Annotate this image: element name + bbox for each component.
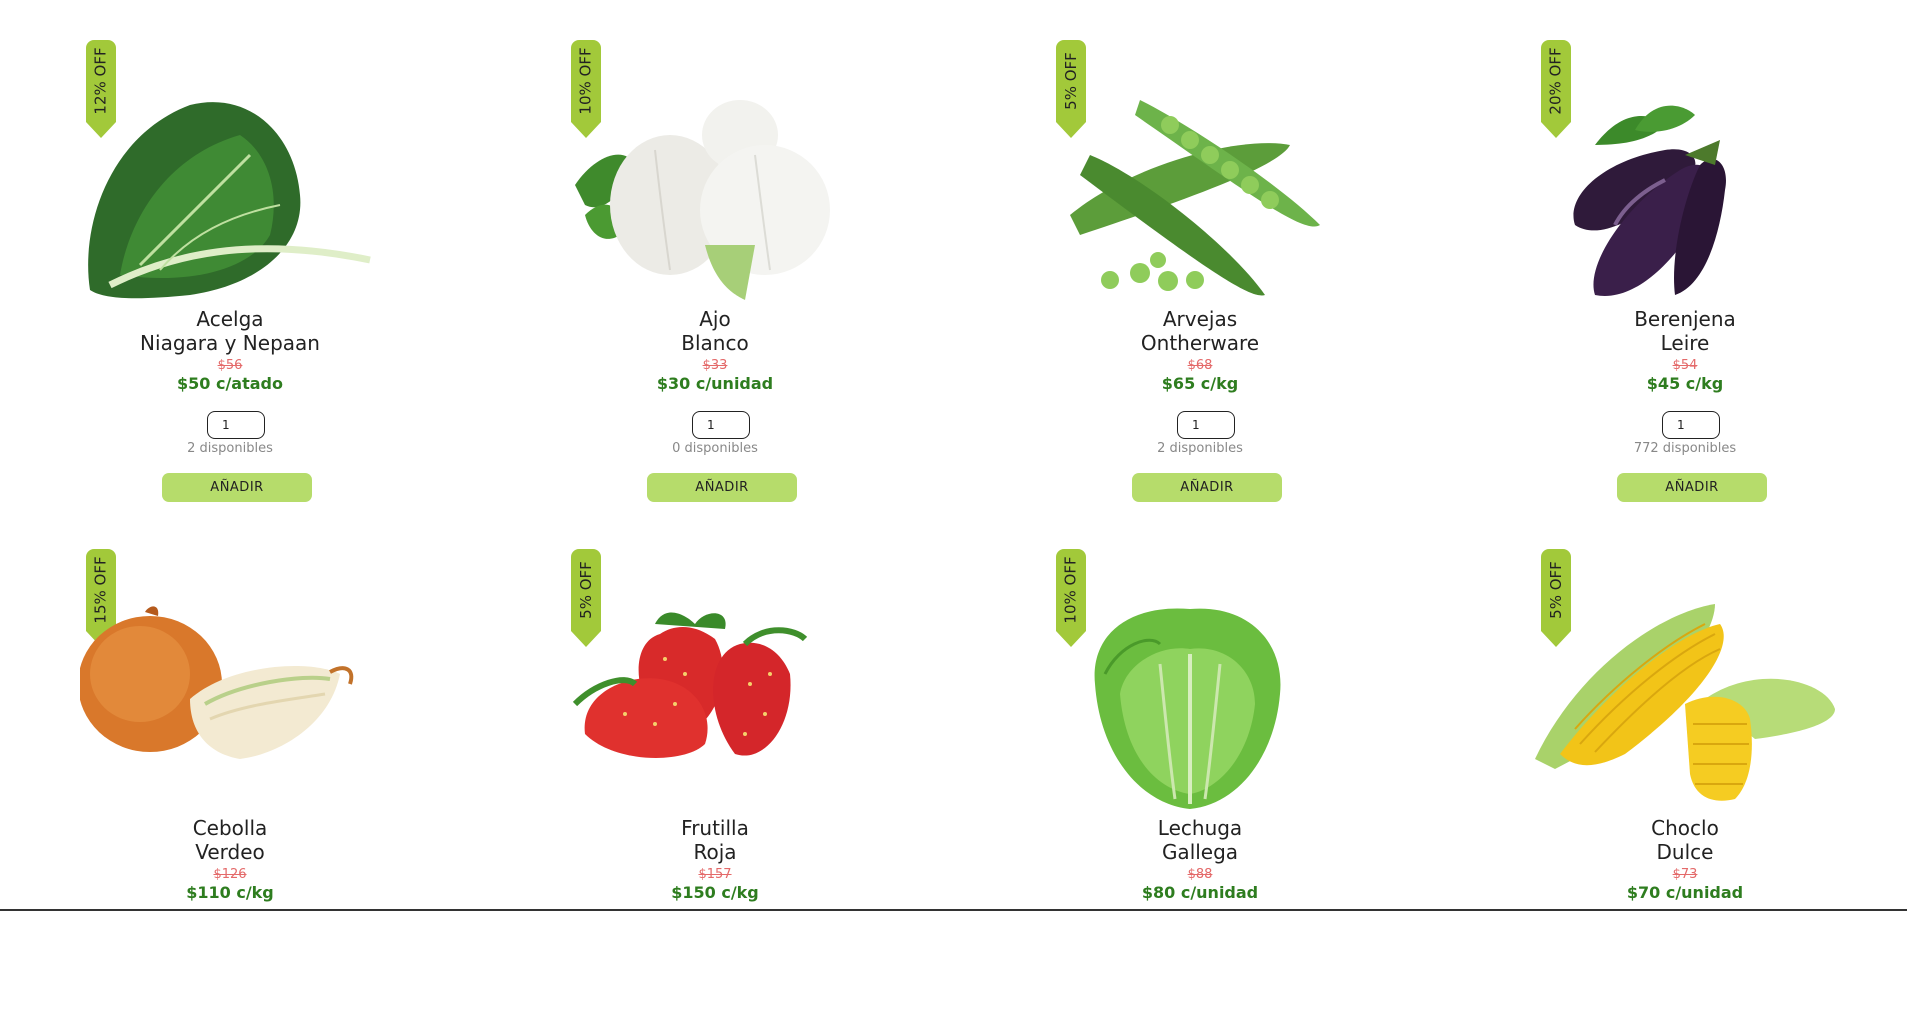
price: $45 c/kg [1646,374,1724,393]
product-name: Choclo Dulce [1651,816,1719,864]
price: $50 c/atado [177,374,283,393]
product-card-frutilla: 5% OFF Frutilla Roja $157 $150 c/kg [555,509,855,1009]
product-name: Frutilla Roja [681,816,749,864]
product-card-cebolla: 15% OFF Cebolla Verdeo $126 $110 c/kg [70,509,370,1009]
product-card-ajo: 10% OFF AjoBlanco $33 $30 c/unidad 0 dis… [555,0,855,502]
old-price: $73 [1672,867,1698,882]
garlic-image[interactable] [565,95,865,305]
product-card-choclo: 5% OFF Choclo Dulce $73 $70 c/unidad [1525,509,1835,1009]
old-price: $54 [1672,358,1698,373]
product-card-lechuga: 10% OFF Lechuga Gallega $88 $80 c/unidad [1040,509,1340,1009]
availability-text: 2 disponibles [187,441,273,456]
quantity-input[interactable] [692,411,750,439]
price: $110 c/kg [186,883,274,902]
product-name: Acelga Niagara y Nepaan [140,307,320,355]
add-button[interactable]: AÑADIR [647,473,797,502]
product-card-berenjena: 20% OFF BerenjenaLeire $54 $45 c/kg 772 … [1525,0,1825,502]
onion-image[interactable] [78,604,380,814]
lettuce-image[interactable] [1050,604,1350,814]
corn-image[interactable] [1535,604,1835,814]
peas-image[interactable] [1050,95,1350,305]
price: $65 c/kg [1161,374,1239,393]
old-price: $157 [698,867,732,882]
old-price: $126 [213,867,247,882]
add-button[interactable]: AÑADIR [162,473,312,502]
product-name: Ajo Blanco [681,307,749,355]
price: $150 c/kg [671,883,759,902]
add-button[interactable]: AÑADIR [1617,473,1767,502]
old-price: $56 [217,358,243,373]
availability-text: 2 disponibles [1157,441,1243,456]
product-name: Berenjena Leire [1634,307,1736,355]
strawberry-image[interactable] [565,604,865,814]
quantity-input[interactable] [1662,411,1720,439]
product-name: Arvejas Ontherware [1140,307,1260,355]
product-name: Lechuga Gallega [1157,816,1243,864]
old-price: $33 [702,358,728,373]
product-card-acelga: 12% OFF Acelga Niagara y Nepaan $56 $50 c… [70,0,371,502]
availability-text: 0 disponibles [672,441,758,456]
price: $30 c/unidad [656,374,774,393]
chard-image[interactable] [80,95,380,305]
old-price: $88 [1187,867,1213,882]
quantity-input[interactable] [1177,411,1235,439]
old-price: $68 [1187,358,1213,373]
price: $80 c/unidad [1141,883,1259,902]
product-name: Cebolla Verdeo [192,816,268,864]
price: $70 c/unidad [1626,883,1744,902]
quantity-input[interactable] [207,411,265,439]
eggplant-image[interactable] [1535,95,1835,305]
product-card-arvejas: 5% OFF ArvejasOntherware $68 $65 c/kg 2 … [1040,0,1340,502]
add-button[interactable]: AÑADIR [1132,473,1282,502]
availability-text: 772 disponibles [1633,441,1737,456]
